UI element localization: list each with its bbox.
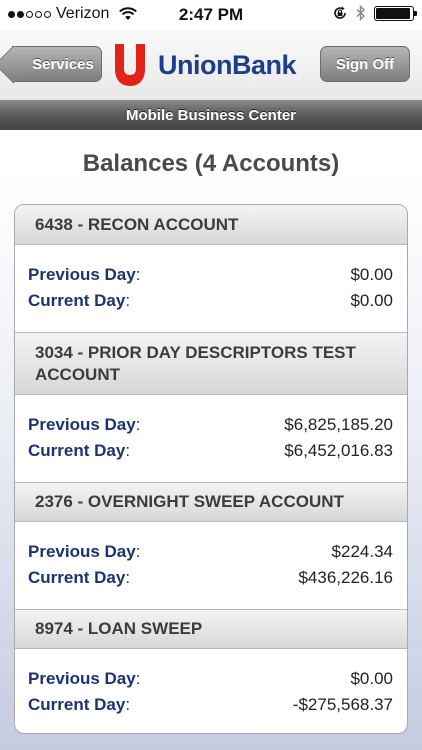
current-day-value: $436,226.16 bbox=[298, 568, 393, 587]
section-bar: Mobile Business Center bbox=[0, 100, 422, 130]
previous-day-value: $6,825,185.20 bbox=[284, 415, 393, 434]
current-day-label: Current Day bbox=[28, 568, 126, 587]
current-day-row: Current Day: -$275,568.37 bbox=[28, 692, 393, 718]
sign-off-button[interactable]: Sign Off bbox=[320, 46, 410, 82]
account-balances: Previous Day: $224.34 Current Day: $436,… bbox=[15, 522, 407, 609]
current-day-row: Current Day: $0.00 bbox=[28, 288, 393, 314]
current-day-value: -$275,568.37 bbox=[292, 695, 393, 714]
services-back-button[interactable]: Services bbox=[0, 45, 102, 84]
current-day-value: $6,452,016.83 bbox=[284, 441, 393, 460]
services-button-label: Services bbox=[32, 55, 94, 73]
account-balances: Previous Day: $6,825,185.20 Current Day:… bbox=[15, 395, 407, 482]
bluetooth-icon bbox=[356, 5, 366, 21]
accounts-list: 6438 - RECON ACCOUNT Previous Day: $0.00… bbox=[14, 204, 408, 734]
battery-icon bbox=[374, 5, 417, 21]
account-header[interactable]: 6438 - RECON ACCOUNT bbox=[15, 205, 407, 245]
page-title: Balances (4 Accounts) bbox=[82, 150, 340, 177]
logo-text: UnionBank bbox=[158, 49, 297, 80]
rotation-lock-icon bbox=[334, 6, 346, 19]
previous-day-value: $0.00 bbox=[350, 669, 393, 688]
account-header[interactable]: 2376 - OVERNIGHT SWEEP ACCOUNT bbox=[15, 482, 407, 522]
current-day-row: Current Day: $6,452,016.83 bbox=[28, 438, 393, 464]
screen: Verizon 2:47 PM Services UnionBank Sign … bbox=[0, 0, 422, 750]
union-bank-logo: UnionBank bbox=[112, 42, 297, 88]
current-day-label: Current Day bbox=[28, 291, 126, 310]
previous-day-label: Previous Day bbox=[28, 669, 136, 688]
previous-day-value: $0.00 bbox=[350, 265, 393, 284]
previous-day-row: Previous Day: $224.34 bbox=[28, 539, 393, 565]
account-header[interactable]: 3034 - PRIOR DAY DESCRIPTORS TEST ACCOUN… bbox=[15, 332, 407, 395]
current-day-label: Current Day bbox=[28, 441, 126, 460]
previous-day-label: Previous Day bbox=[28, 265, 136, 284]
current-day-row: Current Day: $436,226.16 bbox=[28, 565, 393, 591]
back-arrow-icon bbox=[0, 45, 33, 84]
current-day-label: Current Day bbox=[28, 695, 126, 714]
status-right bbox=[332, 5, 417, 21]
previous-day-row: Previous Day: $6,825,185.20 bbox=[28, 412, 393, 438]
battery-fill bbox=[376, 7, 411, 19]
account-header[interactable]: 8974 - LOAN SWEEP bbox=[15, 609, 407, 649]
previous-day-row: Previous Day: $0.00 bbox=[28, 666, 393, 692]
previous-day-label: Previous Day bbox=[28, 415, 136, 434]
current-day-value: $0.00 bbox=[350, 291, 393, 310]
account-balances: Previous Day: $0.00 Current Day: $0.00 bbox=[15, 245, 407, 332]
union-bank-logo-icon bbox=[115, 44, 145, 86]
app-header: Services UnionBank Sign Off bbox=[0, 30, 422, 100]
previous-day-value: $224.34 bbox=[331, 542, 393, 561]
previous-day-row: Previous Day: $0.00 bbox=[28, 262, 393, 288]
sign-off-button-label: Sign Off bbox=[335, 55, 395, 73]
previous-day-label: Previous Day bbox=[28, 542, 136, 561]
account-balances: Previous Day: $0.00 Current Day: -$275,5… bbox=[15, 649, 407, 733]
status-bar: Verizon 2:47 PM bbox=[0, 0, 422, 30]
